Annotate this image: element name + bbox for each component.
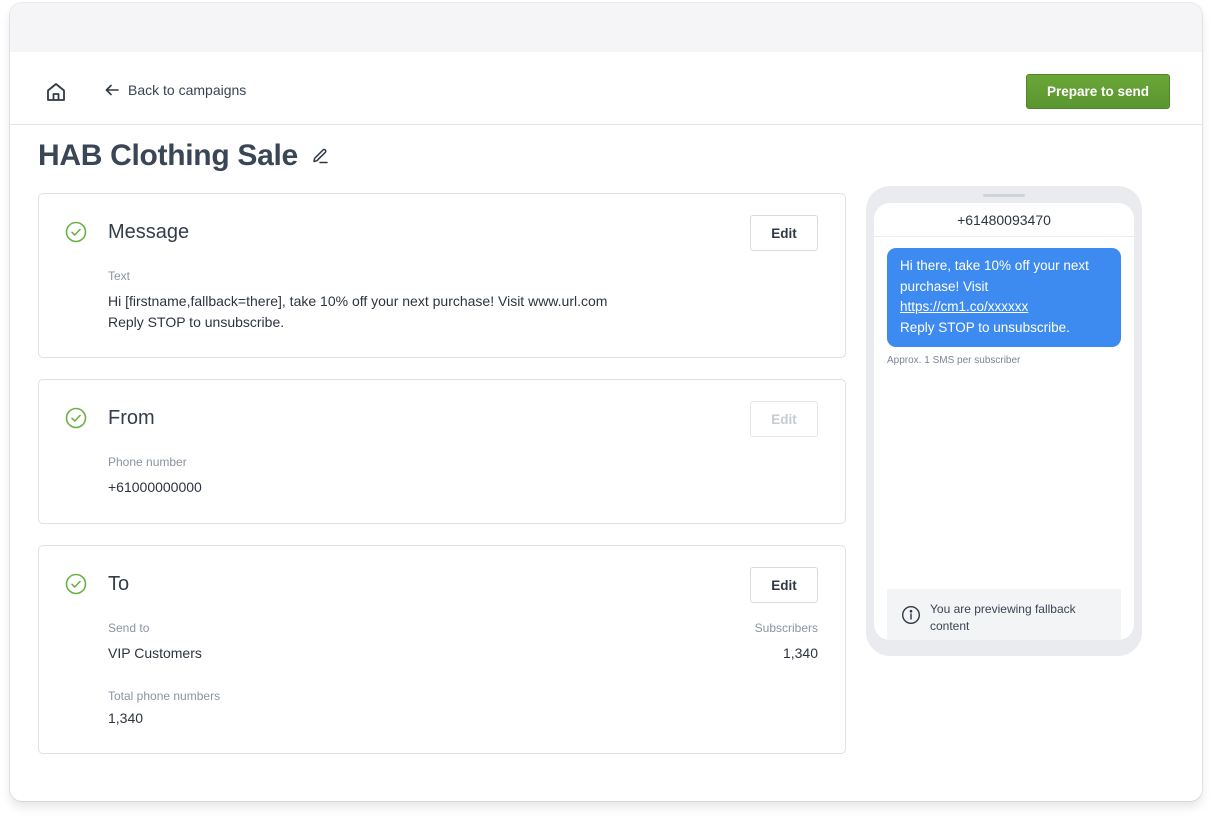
message-card: Message Edit Text Hi [firstname,fallback… xyxy=(38,193,846,358)
bubble-short-link[interactable]: https://cm1.co/xxxxxx xyxy=(900,299,1028,314)
to-card: To Edit Send to VIP Customers Subscriber… xyxy=(38,545,846,754)
phone-number-value: +61000000000 xyxy=(108,479,202,495)
app-window: Back to campaigns Prepare to send HAB Cl… xyxy=(10,3,1202,801)
bubble-text-line-3: Reply STOP to unsubscribe. xyxy=(900,319,1070,335)
check-circle-icon xyxy=(65,573,87,595)
info-icon xyxy=(901,605,921,625)
home-button[interactable] xyxy=(44,80,68,104)
arrow-left-icon xyxy=(105,84,119,96)
subscribers-value: 1,340 xyxy=(782,645,818,661)
pencil-icon[interactable] xyxy=(310,146,330,166)
message-edit-button[interactable]: Edit xyxy=(750,215,818,251)
message-card-title: Message xyxy=(108,221,190,243)
subscribers-label: Subscribers xyxy=(754,621,818,635)
bubble-text-line-1: Hi there, take 10% off your next purchas… xyxy=(900,258,1089,294)
back-link-label: Back to campaigns xyxy=(128,82,247,98)
phone-screen: +61480093470 Hi there, take 10% off your… xyxy=(874,203,1134,640)
fallback-note-text: You are previewing fallback content xyxy=(930,602,1076,633)
sms-count-note: Approx. 1 SMS per subscriber xyxy=(887,355,1021,366)
from-card: From Edit Phone number +61000000000 xyxy=(38,379,846,524)
fallback-preview-notice: You are previewing fallback content xyxy=(887,589,1121,640)
sms-message-bubble: Hi there, take 10% off your next purchas… xyxy=(887,248,1121,347)
from-card-title: From xyxy=(108,407,155,429)
phone-number-label: Phone number xyxy=(108,455,187,469)
phone-notch xyxy=(983,194,1025,197)
total-phone-numbers-value: 1,340 xyxy=(108,710,144,726)
text-label: Text xyxy=(108,269,131,283)
check-circle-icon xyxy=(65,407,87,429)
prepare-to-send-button[interactable]: Prepare to send xyxy=(1026,74,1170,109)
browser-chrome-bar xyxy=(10,3,1202,52)
sms-phone-preview: +61480093470 Hi there, take 10% off your… xyxy=(866,186,1142,656)
preview-phone-number: +61480093470 xyxy=(874,203,1134,237)
message-text-line-2: Reply STOP to unsubscribe. xyxy=(108,314,285,330)
total-phone-numbers-label: Total phone numbers xyxy=(108,689,221,703)
from-edit-button[interactable]: Edit xyxy=(750,401,818,437)
to-edit-button[interactable]: Edit xyxy=(750,567,818,603)
check-circle-icon xyxy=(65,221,87,243)
page-title-row: HAB Clothing Sale xyxy=(38,139,330,173)
top-navigation-bar: Back to campaigns Prepare to send xyxy=(10,52,1202,125)
back-to-campaigns-link[interactable]: Back to campaigns xyxy=(104,82,246,98)
send-to-label: Send to xyxy=(108,621,150,635)
home-icon xyxy=(47,83,65,101)
to-card-title: To xyxy=(108,573,130,595)
message-text-line-1: Hi [firstname,fallback=there], take 10% … xyxy=(108,293,608,309)
send-to-value: VIP Customers xyxy=(108,645,202,661)
page-title: HAB Clothing Sale xyxy=(38,139,298,172)
